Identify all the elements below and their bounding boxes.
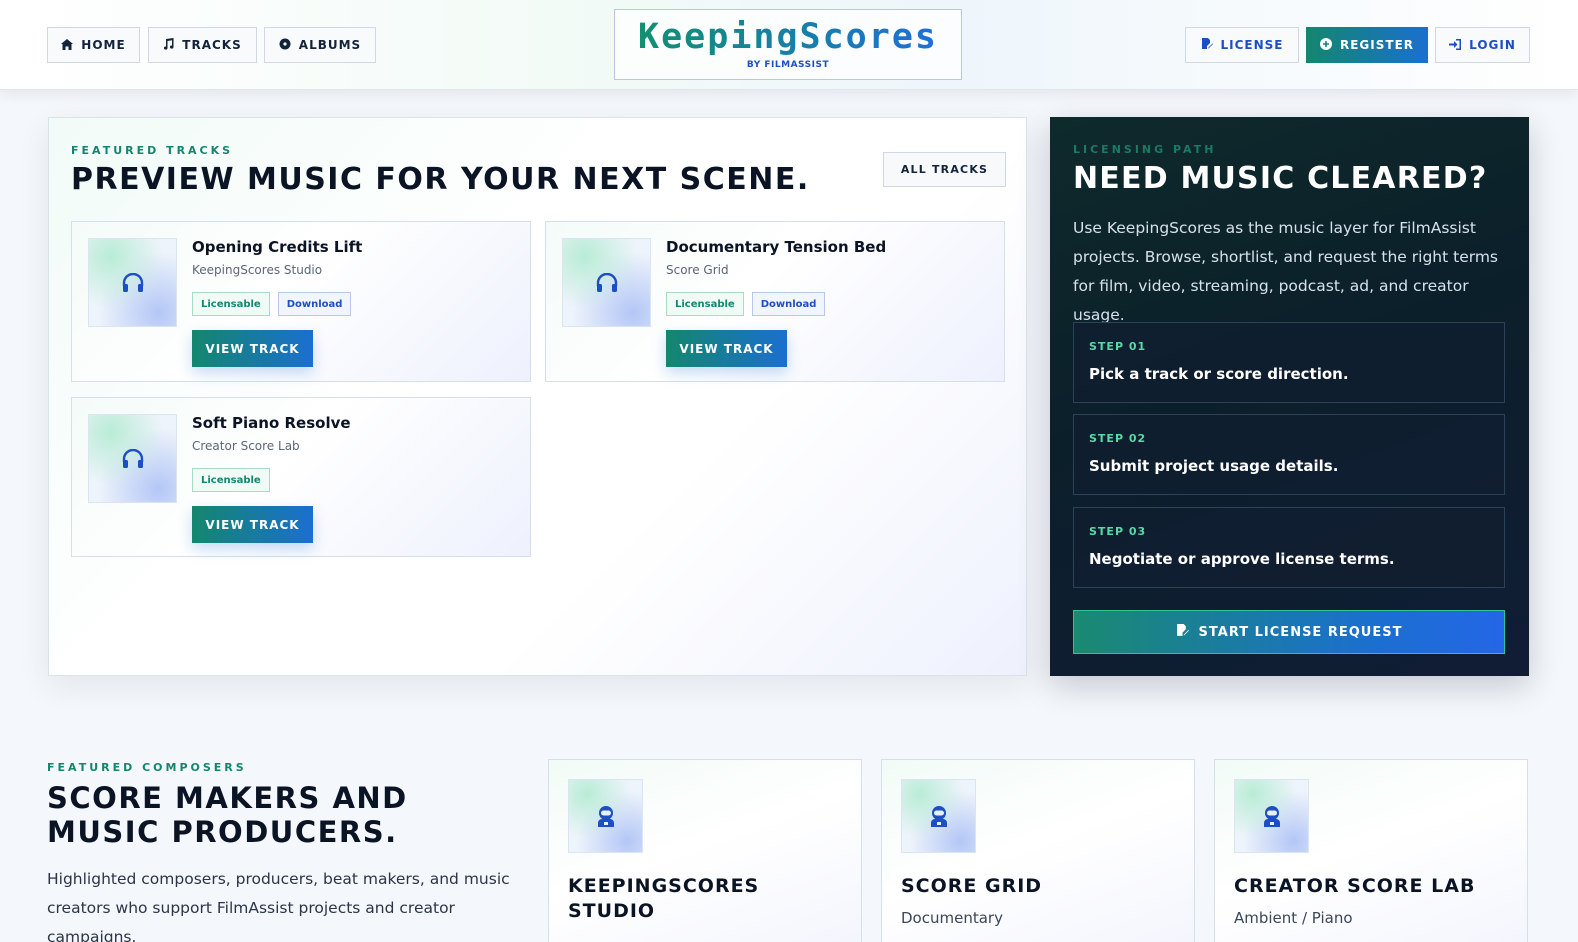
step-text: Submit project usage details. <box>1089 457 1339 475</box>
nav-tracks-button[interactable]: TRACKS <box>148 27 257 63</box>
licensable-badge: Licensable <box>192 292 270 316</box>
top-navigation-bar: HOME TRACKS ALBUMS KeepingScores BY FILM… <box>0 0 1578 90</box>
nav-home-button[interactable]: HOME <box>47 27 140 63</box>
track-artist: Score Grid <box>666 263 729 277</box>
nav-license-label: LICENSE <box>1220 38 1284 52</box>
user-astronaut-icon <box>597 806 614 827</box>
licensing-step: STEP 02 Submit project usage details. <box>1073 414 1505 495</box>
featured-tracks-eyebrow: FEATURED TRACKS <box>71 144 234 157</box>
track-thumbnail[interactable] <box>562 238 651 327</box>
nav-license-button[interactable]: LICENSE <box>1185 27 1299 63</box>
track-badges: Licensable <box>192 468 270 492</box>
composer-name: SCORE GRID <box>901 875 1043 897</box>
edit-document-icon <box>1176 623 1189 641</box>
composer-name: KEEPINGSCORES STUDIO <box>568 875 760 922</box>
licensing-eyebrow: LICENSING PATH <box>1073 143 1217 156</box>
licensing-description: Use KeepingScores as the music layer for… <box>1073 219 1499 324</box>
edit-document-icon <box>1201 38 1213 52</box>
composer-avatar <box>901 779 976 853</box>
plus-circle-icon <box>1319 38 1332 52</box>
licensing-step: STEP 01 Pick a track or score direction. <box>1073 322 1505 403</box>
nav-albums-label: ALBUMS <box>298 38 362 52</box>
track-card[interactable]: Opening Credits Lift KeepingScores Studi… <box>71 221 531 382</box>
licensable-badge: Licensable <box>666 292 744 316</box>
headphones-icon <box>596 272 617 292</box>
composer-name: CREATOR SCORE LAB <box>1234 875 1476 897</box>
step-text: Pick a track or score direction. <box>1089 365 1349 383</box>
composer-avatar <box>1234 779 1309 853</box>
featured-tracks-title: PREVIEW MUSIC FOR YOUR NEXT SCENE. <box>71 162 810 197</box>
step-text: Negotiate or approve license terms. <box>1089 550 1395 568</box>
nav-login-button[interactable]: LOGIN <box>1435 27 1530 63</box>
composer-card[interactable]: KEEPINGSCORES STUDIO <box>548 759 862 942</box>
track-badges: Licensable Download <box>192 292 352 316</box>
composer-avatar <box>568 779 643 853</box>
view-track-button[interactable]: VIEW TRACK <box>192 506 313 543</box>
start-license-request-button[interactable]: START LICENSE REQUEST <box>1073 610 1505 654</box>
logo-subtitle: BY FILMASSIST <box>746 59 830 70</box>
composers-eyebrow: FEATURED COMPOSERS <box>47 761 247 774</box>
nav-register-button[interactable]: REGISTER <box>1306 27 1428 63</box>
track-card[interactable]: Documentary Tension Bed Score Grid Licen… <box>545 221 1005 382</box>
step-label: STEP 03 <box>1089 525 1147 538</box>
user-astronaut-icon <box>1263 806 1280 827</box>
licensing-path-panel: LICENSING PATH NEED MUSIC CLEARED? Use K… <box>1050 117 1529 676</box>
headphones-icon <box>122 272 143 292</box>
logo-title: KeepingScores <box>638 16 938 57</box>
track-thumbnail[interactable] <box>88 414 177 503</box>
track-card[interactable]: Soft Piano Resolve Creator Score Lab Lic… <box>71 397 531 557</box>
nav-tracks-label: TRACKS <box>182 38 242 52</box>
download-badge: Download <box>751 292 826 316</box>
licensing-title: NEED MUSIC CLEARED? <box>1073 161 1488 196</box>
step-label: STEP 02 <box>1089 432 1147 445</box>
track-title[interactable]: Opening Credits Lift <box>192 238 362 256</box>
composer-genre: Documentary <box>901 909 1003 927</box>
licensing-step: STEP 03 Negotiate or approve license ter… <box>1073 507 1505 588</box>
track-artist: KeepingScores Studio <box>192 263 323 277</box>
sign-in-icon <box>1449 38 1462 52</box>
composer-card[interactable]: SCORE GRID Documentary <box>881 759 1195 942</box>
featured-tracks-panel: FEATURED TRACKS PREVIEW MUSIC FOR YOUR N… <box>48 117 1027 676</box>
composer-genre: Ambient / Piano <box>1234 909 1353 927</box>
nav-register-label: REGISTER <box>1339 38 1415 52</box>
track-title[interactable]: Documentary Tension Bed <box>666 238 886 256</box>
composers-description: Highlighted composers, producers, beat m… <box>47 870 510 942</box>
track-thumbnail[interactable] <box>88 238 177 327</box>
step-label: STEP 01 <box>1089 340 1147 353</box>
all-tracks-button[interactable]: ALL TRACKS <box>883 152 1006 187</box>
licensable-badge: Licensable <box>192 468 270 492</box>
view-track-button[interactable]: VIEW TRACK <box>666 330 787 367</box>
disc-icon <box>279 38 291 52</box>
home-icon <box>61 38 74 52</box>
track-artist: Creator Score Lab <box>192 439 300 453</box>
nav-home-label: HOME <box>81 38 126 52</box>
view-track-button[interactable]: VIEW TRACK <box>192 330 313 367</box>
track-badges: Licensable Download <box>666 292 826 316</box>
composer-card[interactable]: CREATOR SCORE LAB Ambient / Piano <box>1214 759 1528 942</box>
music-note-icon <box>163 38 174 52</box>
nav-login-label: LOGIN <box>1469 38 1516 52</box>
start-license-request-label: START LICENSE REQUEST <box>1198 624 1403 640</box>
headphones-icon <box>122 448 143 468</box>
site-logo[interactable]: KeepingScores BY FILMASSIST <box>614 9 962 80</box>
nav-albums-button[interactable]: ALBUMS <box>264 27 376 63</box>
composers-title: SCORE MAKERS AND MUSIC PRODUCERS. <box>47 781 408 849</box>
user-astronaut-icon <box>930 806 947 827</box>
track-title[interactable]: Soft Piano Resolve <box>192 414 351 432</box>
download-badge: Download <box>277 292 352 316</box>
